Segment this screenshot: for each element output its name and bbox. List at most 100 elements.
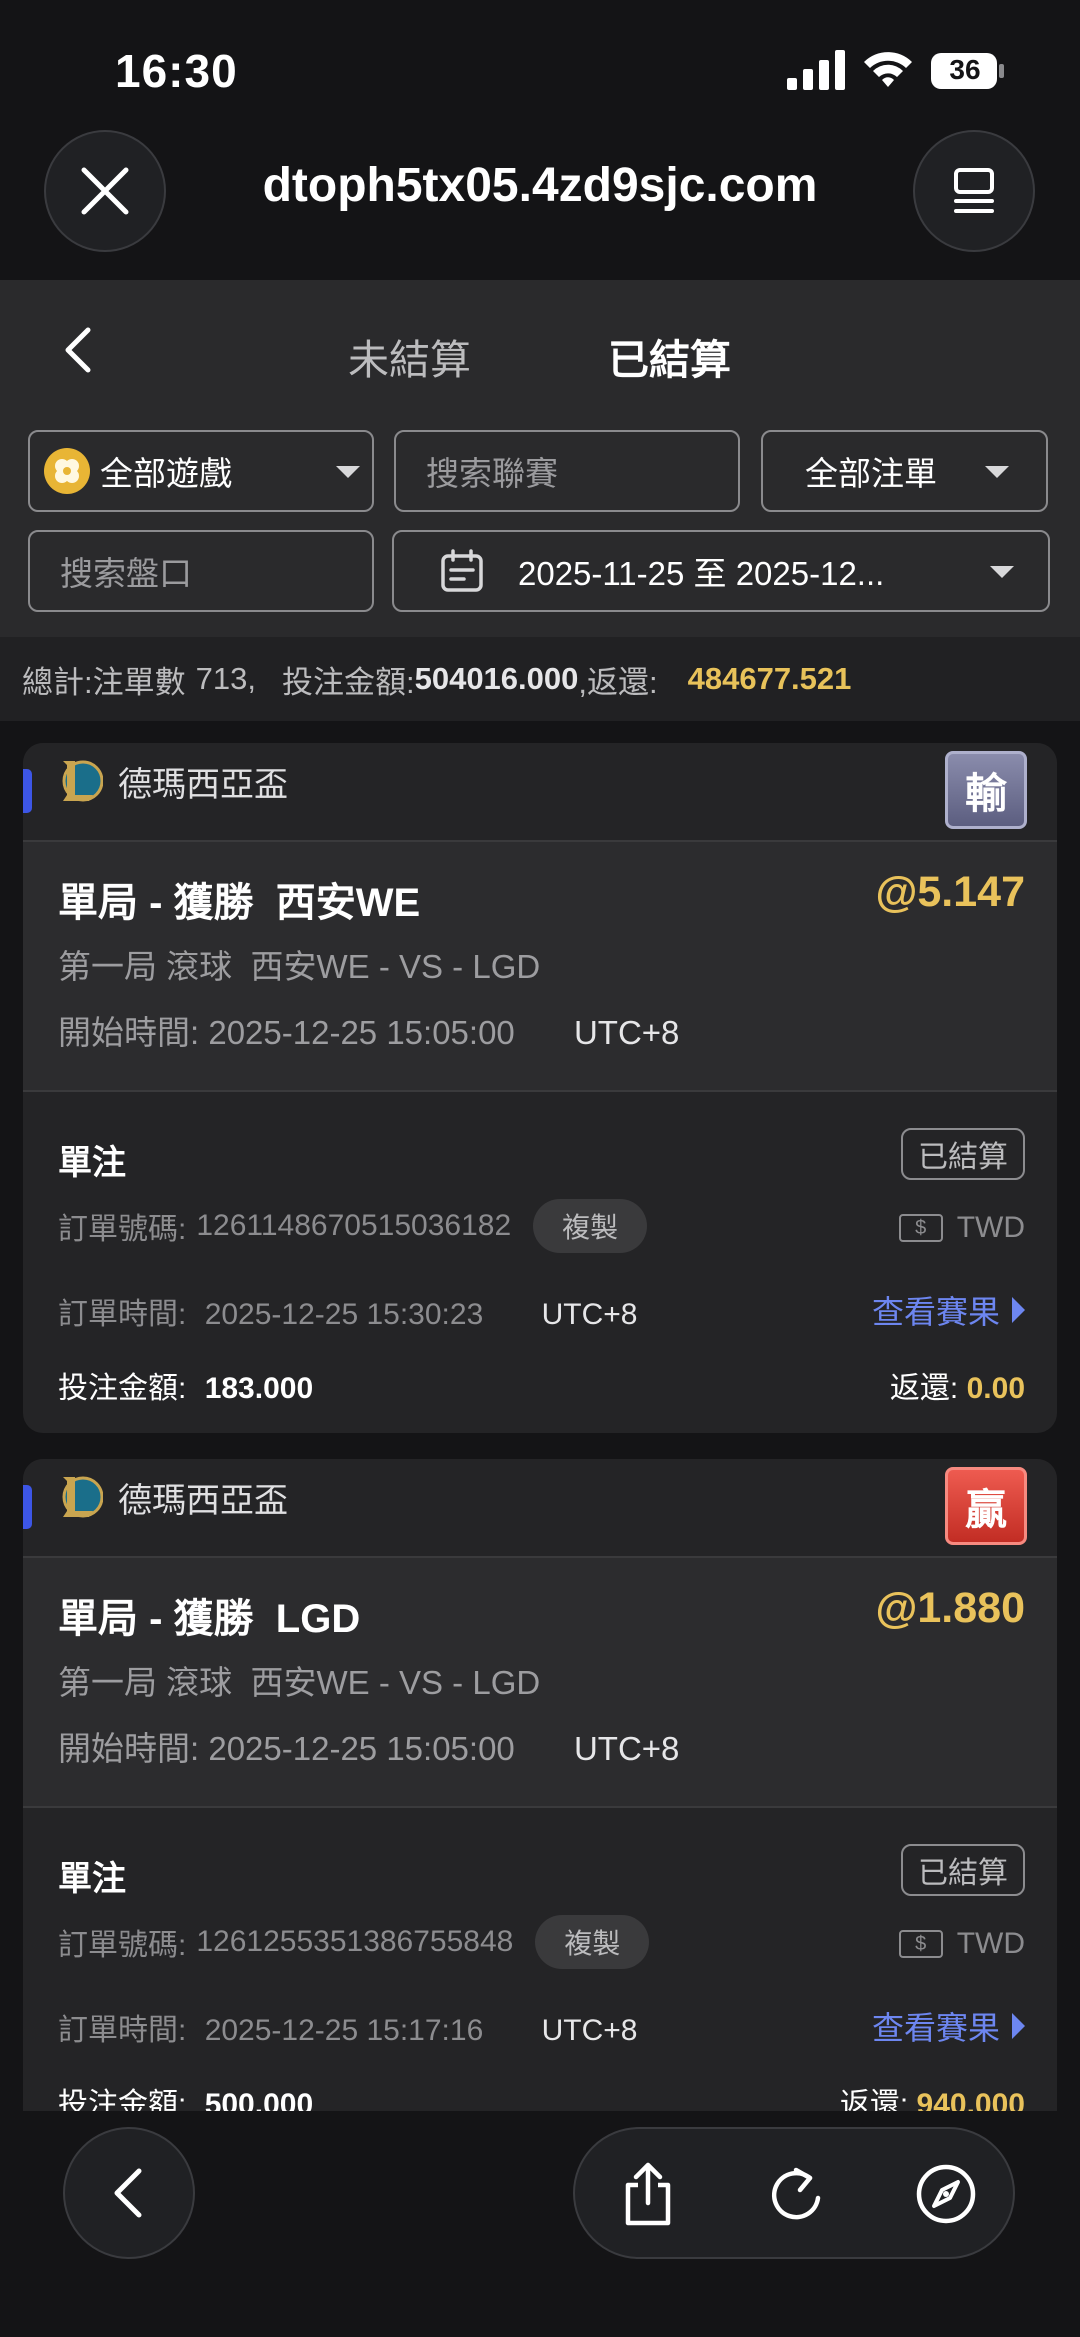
league-accent-bar bbox=[23, 1485, 32, 1529]
result-badge-lose: 輸 bbox=[945, 751, 1027, 829]
order-type-select[interactable]: 全部注單 bbox=[761, 430, 1048, 512]
bet-type: 單注 bbox=[58, 1860, 126, 1898]
order-number-value: 1261148670515036182 bbox=[196, 1209, 512, 1242]
browser-toolbar bbox=[0, 2111, 1080, 2337]
chevron-down-icon bbox=[990, 566, 1014, 578]
league-row: 德瑪西亞盃 贏 bbox=[23, 1459, 1057, 1559]
share-button[interactable] bbox=[613, 2159, 683, 2229]
league-row: 德瑪西亞盃 輸 bbox=[23, 743, 1057, 843]
match-info: 第一局 滾球 西安WE - VS - LGD bbox=[58, 948, 541, 985]
close-button[interactable] bbox=[44, 130, 166, 252]
return-value: 0.00 bbox=[966, 1372, 1025, 1405]
triangle-right-icon bbox=[1012, 1297, 1025, 1323]
currency-value: TWD bbox=[956, 1211, 1025, 1244]
battery-level: 36 bbox=[949, 54, 981, 85]
tabs-button[interactable] bbox=[913, 130, 1035, 252]
return-line: 返還: 940.000 bbox=[840, 2079, 1025, 2111]
date-range-value: 2025-11-25 至 2025-12... bbox=[518, 555, 885, 592]
view-result-label: 查看賽果 bbox=[871, 2010, 1000, 2046]
game-select-value: 全部遊戲 bbox=[100, 455, 232, 492]
stake-value: 183.000 bbox=[204, 1372, 314, 1405]
start-time-label: 開始時間: bbox=[58, 1730, 200, 1767]
share-icon bbox=[625, 2162, 671, 2226]
summary-return: 484677.521 bbox=[687, 661, 852, 696]
view-result-label: 查看賽果 bbox=[871, 1294, 1000, 1330]
league-name: 德瑪西亞盃 bbox=[118, 1482, 288, 1520]
status-time: 16:30 bbox=[115, 45, 238, 97]
triangle-right-icon bbox=[1012, 2013, 1025, 2039]
tab-settled[interactable]: 已結算 bbox=[608, 326, 731, 386]
league-search-placeholder: 搜索聯賽 bbox=[426, 455, 558, 492]
start-time-tz: UTC+8 bbox=[573, 1014, 680, 1051]
bet-type: 單注 bbox=[58, 1144, 126, 1182]
match-info: 第一局 滾球 西安WE - VS - LGD bbox=[58, 1664, 541, 1701]
order-time-value: 2025-12-25 15:30:23 bbox=[204, 1298, 484, 1331]
stake-label: 投注金額: bbox=[58, 2088, 187, 2111]
start-time-value: 2025-12-25 15:05:00 bbox=[208, 1014, 515, 1051]
tab-unsettled[interactable]: 未結算 bbox=[348, 326, 471, 386]
bet-selection-block: 單局 - 獲勝 LGD @1.880 第一局 滾球 西安WE - VS - LG… bbox=[23, 1556, 1057, 1808]
back-icon[interactable] bbox=[56, 324, 106, 376]
close-icon bbox=[81, 167, 129, 215]
bet-title: 單局 - 獲勝 LGD bbox=[58, 1597, 361, 1641]
start-time-tz: UTC+8 bbox=[573, 1730, 680, 1767]
order-number-line: 訂單號碼: 1261255351386755848 複製 bbox=[58, 1915, 650, 1969]
calendar-icon bbox=[441, 549, 483, 592]
return-line: 返還: 0.00 bbox=[890, 1363, 1025, 1407]
copy-button[interactable]: 複製 bbox=[535, 1915, 650, 1969]
summary-count: 713, bbox=[195, 661, 256, 696]
currency-line: $ TWD bbox=[898, 1211, 1025, 1245]
browser-back-button[interactable] bbox=[63, 2127, 195, 2259]
stake-value: 500.000 bbox=[204, 2088, 314, 2111]
start-time-value: 2025-12-25 15:05:00 bbox=[208, 1730, 515, 1767]
compass-button[interactable] bbox=[911, 2159, 981, 2229]
summary-prefix: 總計:注單數 bbox=[22, 664, 186, 700]
return-value: 940.000 bbox=[916, 2088, 1025, 2111]
date-range-select[interactable]: 2025-11-25 至 2025-12... bbox=[392, 530, 1050, 612]
currency-icon: $ bbox=[898, 1214, 943, 1242]
bet-list: 德瑪西亞盃 輸 單局 - 獲勝 西安WE @5.147 第一局 滾球 西安WE … bbox=[0, 721, 1080, 2111]
order-number-line: 訂單號碼: 1261148670515036182 複製 bbox=[58, 1199, 648, 1253]
order-number-label: 訂單號碼: bbox=[58, 1213, 187, 1246]
bet-odds: @5.147 bbox=[875, 868, 1025, 916]
view-result-link[interactable]: 查看賽果 bbox=[872, 1287, 1025, 1333]
stake-line: 投注金額: 500.000 bbox=[58, 2079, 313, 2111]
stake-line: 投注金額: 183.000 bbox=[58, 1363, 313, 1407]
return-label: 返還: bbox=[839, 2088, 909, 2111]
wifi-icon bbox=[864, 52, 912, 87]
start-time-label: 開始時間: bbox=[58, 1014, 200, 1051]
bet-selection-block: 單局 - 獲勝 西安WE @5.147 第一局 滾球 西安WE - VS - L… bbox=[23, 840, 1057, 1092]
chevron-down-icon bbox=[985, 466, 1009, 478]
status-badge: 已結算 bbox=[901, 1844, 1025, 1896]
order-time-value: 2025-12-25 15:17:16 bbox=[204, 2014, 484, 2047]
currency-icon: $ bbox=[898, 1930, 943, 1958]
order-time-line: 訂單時間: 2025-12-25 15:30:23 UTC+8 bbox=[58, 1289, 637, 1333]
order-time-label: 訂單時間: bbox=[58, 1298, 187, 1331]
copy-button[interactable]: 複製 bbox=[533, 1199, 648, 1253]
order-time-tz: UTC+8 bbox=[541, 2014, 638, 2047]
filter-panel: 全部遊戲 搜索聯賽 全部注單 搜索盤口 2025-11-25 至 2025-12… bbox=[0, 422, 1080, 637]
start-time-line: 開始時間: 2025-12-25 15:05:00 UTC+8 bbox=[58, 1722, 679, 1770]
tab-header: 未結算 已結算 bbox=[0, 280, 1080, 422]
browser-actions bbox=[573, 2127, 1015, 2259]
stake-label: 投注金額: bbox=[58, 1372, 187, 1405]
bet-odds: @1.880 bbox=[875, 1584, 1025, 1632]
bet-title: 單局 - 獲勝 西安WE bbox=[58, 881, 421, 925]
chevron-down-icon bbox=[336, 466, 360, 478]
league-search-input[interactable]: 搜索聯賽 bbox=[394, 430, 740, 512]
summary-return-label: ,返還: bbox=[578, 664, 658, 700]
market-search-placeholder: 搜索盤口 bbox=[60, 555, 192, 592]
bet-card: 德瑪西亞盃 輸 單局 - 獲勝 西安WE @5.147 第一局 滾球 西安WE … bbox=[23, 743, 1057, 1433]
summary-stake-label: 投注金額: bbox=[281, 664, 415, 700]
game-select[interactable]: 全部遊戲 bbox=[28, 430, 374, 512]
reload-icon bbox=[771, 2167, 821, 2220]
league-of-legends-icon bbox=[62, 1476, 103, 1518]
market-search-input[interactable]: 搜索盤口 bbox=[28, 530, 374, 612]
compass-icon bbox=[916, 2164, 976, 2224]
reload-button[interactable] bbox=[761, 2159, 831, 2229]
view-result-link[interactable]: 查看賽果 bbox=[872, 2003, 1025, 2049]
league-of-legends-icon bbox=[62, 760, 103, 802]
url-text[interactable]: dtoph5tx05.4zd9sjc.com bbox=[160, 158, 920, 213]
browser-url-bar: dtoph5tx05.4zd9sjc.com bbox=[0, 130, 1080, 280]
bet-card: 德瑪西亞盃 贏 單局 - 獲勝 LGD @1.880 第一局 滾球 西安WE -… bbox=[23, 1459, 1057, 2111]
